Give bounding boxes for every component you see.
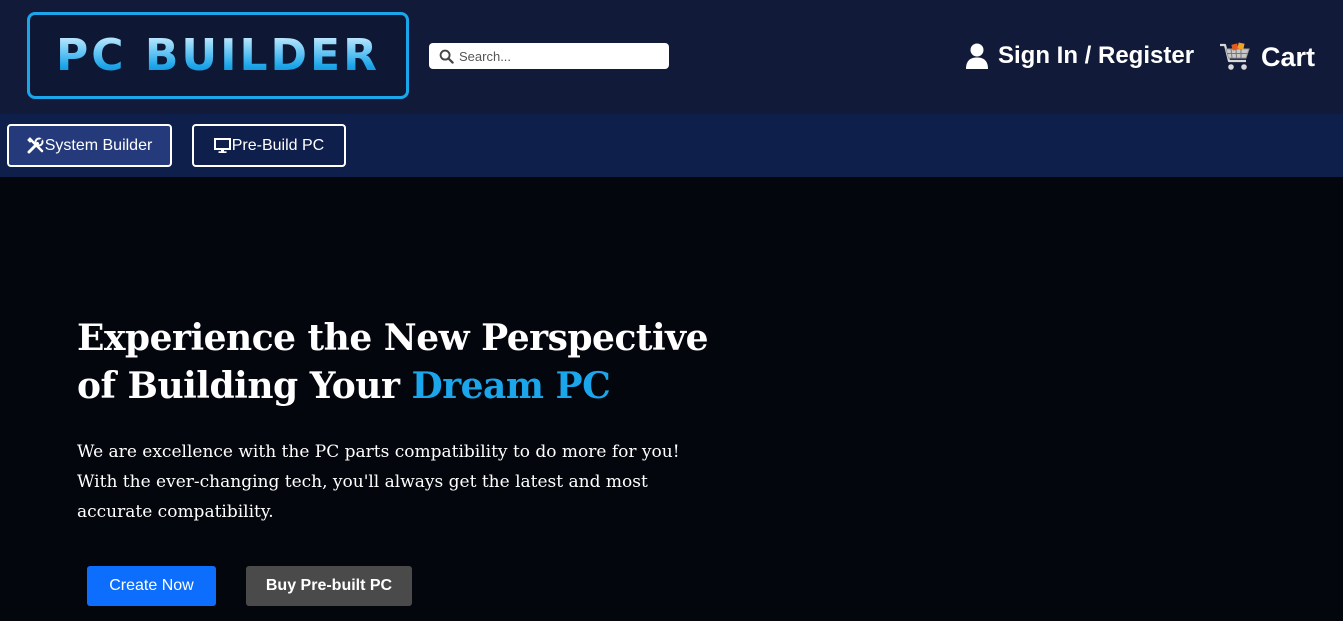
sub-navigation: System Builder Pre-Build PC bbox=[0, 114, 1343, 177]
site-logo[interactable]: PC BUILDER bbox=[27, 12, 409, 99]
tools-icon bbox=[26, 137, 44, 154]
search-input[interactable] bbox=[459, 48, 659, 64]
cart-link[interactable]: Cart bbox=[1219, 41, 1315, 73]
system-builder-button[interactable]: System Builder bbox=[7, 124, 172, 167]
hero-title-accent: Dream PC bbox=[411, 365, 611, 407]
cart-icon bbox=[1220, 42, 1250, 70]
sign-in-register-link[interactable]: Sign In / Register bbox=[966, 41, 1194, 71]
hero-title: Experience the New Perspective of Buildi… bbox=[77, 314, 717, 410]
search-icon bbox=[439, 49, 454, 64]
hero-title-text: Experience the New Perspective of Buildi… bbox=[77, 317, 709, 407]
search-bar[interactable] bbox=[429, 43, 669, 69]
logo-text: PC BUILDER bbox=[56, 30, 380, 81]
pre-build-pc-button[interactable]: Pre-Build PC bbox=[192, 124, 346, 167]
buy-prebuilt-pc-button[interactable]: Buy Pre-built PC bbox=[246, 566, 412, 606]
sign-in-label: Sign In / Register bbox=[998, 42, 1195, 69]
monitor-icon bbox=[213, 138, 231, 153]
user-icon bbox=[966, 43, 988, 69]
cart-label: Cart bbox=[1261, 41, 1316, 72]
site-header: PC BUILDER Sign In / Register Cart bbox=[0, 0, 1343, 114]
create-now-button[interactable]: Create Now bbox=[87, 566, 216, 606]
pre-build-pc-label: Pre-Build PC bbox=[231, 136, 325, 154]
hero-description: We are excellence with the PC parts comp… bbox=[77, 442, 680, 522]
system-builder-label: System Builder bbox=[44, 136, 153, 154]
